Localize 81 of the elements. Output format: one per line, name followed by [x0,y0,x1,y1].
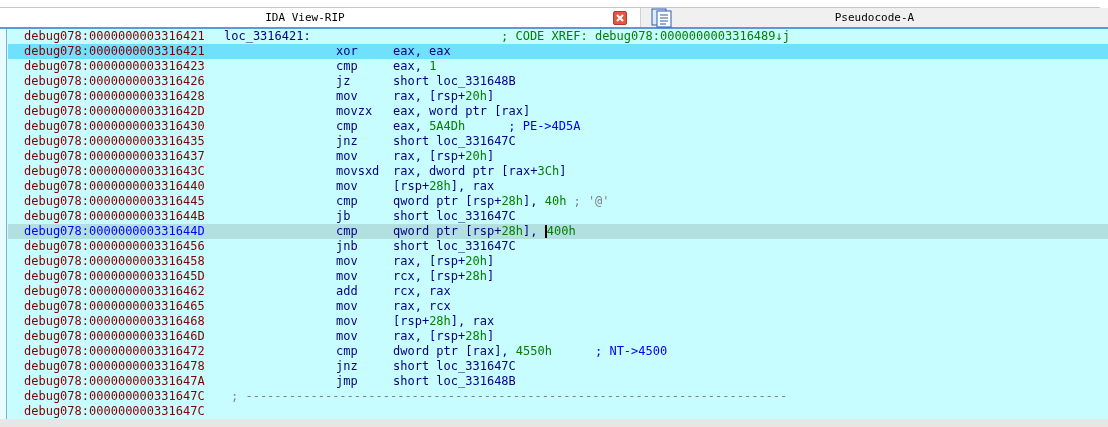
mnemonic-text: cmp [335,119,359,133]
address-text: debug078:0000000003316462 [23,284,206,298]
mnemonic-text: cmp [335,59,359,73]
address-text: debug078:0000000003316465 [23,299,206,313]
operands-text: short loc_331648B [393,74,516,88]
operands-text: short loc_331647C [393,239,516,253]
address-text: debug078:000000000331644B [23,209,206,223]
address-text: debug078:0000000003316440 [23,179,206,193]
operands-text: qword ptr [rsp+28h], 400h [393,224,576,238]
address-text: debug078:000000000331644D [23,224,206,238]
close-button[interactable] [613,10,627,25]
address-text: debug078:0000000003316468 [23,314,206,328]
address-text: debug078:0000000003316456 [23,239,206,253]
mnemonic-text: jnb [335,239,359,253]
comment-text: ; '@' [573,194,610,208]
mnemonic-text: mov [335,89,359,103]
mnemonic-text: add [335,284,359,298]
mnemonic-text: jb [335,209,352,223]
mnemonic-text: mov [335,179,359,193]
address-text: debug078:0000000003316478 [23,359,206,373]
operands-text: eax, 1 [393,59,437,73]
mnemonic-text: mov [335,254,359,268]
address-text: debug078:000000000331646D [23,329,206,343]
mnemonic-text: jnz [335,359,359,373]
operands-text: [rsp+28h], rax [393,314,495,328]
operands-text: eax, eax [393,44,451,58]
address-text: debug078:0000000003316445 [23,194,206,208]
operands-text: rax, [rsp+20h] [393,254,495,268]
mnemonic-text: movsxd [335,164,381,178]
address-text: debug078:000000000331647A [23,374,206,388]
operands-text: rax, [rsp+20h] [393,149,495,163]
label-text: loc_3316421: [224,29,312,43]
operands-text: dword ptr [rax], 4550h [393,344,552,358]
address-text: debug078:0000000003316472 [23,344,206,358]
document-icon [651,7,673,28]
address-text: debug078:000000000331647C [23,389,206,403]
address-text: debug078:0000000003316421 [23,44,206,58]
address-text: debug078:0000000003316458 [23,254,206,268]
mnemonic-text: mov [335,269,359,283]
tab[interactable]: Pseudocode-A [640,7,1108,27]
operands-text: short loc_331647C [393,134,516,148]
operands-text: rax, [rsp+28h] [393,329,495,343]
operands-text: short loc_331647C [393,359,516,373]
operands-text: qword ptr [rsp+28h], 40h [393,194,567,208]
operands-text: rax, rcx [393,299,451,313]
mnemonic-text: mov [335,329,359,343]
mnemonic-text: movzx [335,104,374,118]
mnemonic-text: mov [335,149,359,163]
operands-text: eax, word ptr [rax] [393,104,531,118]
address-text: debug078:0000000003316421 [23,29,206,43]
comment-text: ; NT->4500 [594,344,668,358]
mnemonic-text: mov [335,314,359,328]
mnemonic-text: cmp [335,344,359,358]
mnemonic-text: cmp [335,194,359,208]
address-text: debug078:000000000331642D [23,104,206,118]
mnemonic-text: jz [335,74,352,88]
address-text: debug078:000000000331645D [23,269,206,283]
address-text: debug078:0000000003316428 [23,89,206,103]
address-text: debug078:0000000003316435 [23,134,206,148]
comment-text: ; PE->4D5A [508,119,581,133]
operands-text: rcx, [rsp+28h] [393,269,495,283]
mnemonic-text: mov [335,299,359,313]
address-text: debug078:000000000331643C [23,164,206,178]
operands-text: [rsp+28h], rax [393,179,495,193]
operands-text: eax, 5A4Dh [393,119,466,133]
operands-text: rax, dword ptr [rax+3Ch] [393,164,567,178]
operands-text: rcx, rax [393,284,451,298]
mnemonic-text: xor [335,44,359,58]
address-text: debug078:0000000003316430 [23,119,206,133]
operands-text: rax, [rsp+20h] [393,89,495,103]
address-text: debug078:000000000331647C [23,404,206,418]
address-text: debug078:0000000003316423 [23,59,206,73]
comment-text: ; CODE XREF: debug078:0000000003316489↓j [501,29,790,43]
address-text: debug078:0000000003316437 [23,149,206,163]
mnemonic-text: cmp [335,224,359,238]
address-text: debug078:0000000003316426 [23,74,206,88]
separator-comment: ; --------------------------------------------------------------------------- [231,389,788,403]
operands-text: short loc_331648B [393,374,516,388]
operands-text: short loc_331647C [393,209,516,223]
mnemonic-text: jnz [335,134,359,148]
mnemonic-text: jmp [335,374,359,388]
